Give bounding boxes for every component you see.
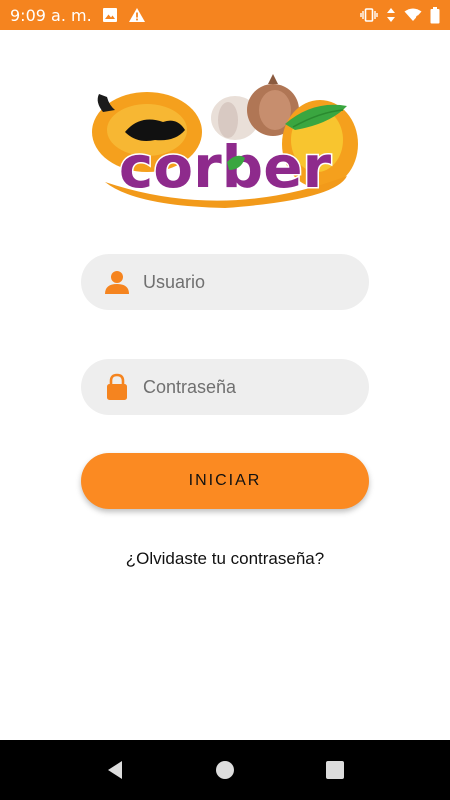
navigation-bar [0,740,450,800]
home-icon[interactable] [205,750,245,790]
status-right [360,6,440,24]
username-field[interactable] [81,254,369,310]
status-bar: 9:09 a. m. [0,0,450,30]
corber-logo: corber [85,72,365,217]
data-arrows-icon [386,7,396,23]
image-icon [102,7,118,23]
vibrate-icon [360,8,378,22]
status-left: 9:09 a. m. [10,6,146,25]
logo-text: corber [119,133,332,201]
status-time: 9:09 a. m. [10,5,92,25]
back-icon[interactable] [95,750,135,790]
forgot-password-link[interactable]: ¿Olvidaste tu contraseña? [0,549,450,569]
username-input[interactable] [143,271,343,293]
lock-icon [103,373,131,401]
login-screen: 9:09 a. m. corber Usuario INICIAR ¿Olvid… [0,0,450,800]
battery-icon [430,6,440,24]
wifi-icon [404,8,422,22]
login-button[interactable]: INICIAR [81,453,369,509]
password-field[interactable] [81,359,369,415]
user-icon [103,268,131,296]
recents-icon[interactable] [315,750,355,790]
password-input[interactable] [143,376,343,398]
warning-icon [128,7,146,23]
